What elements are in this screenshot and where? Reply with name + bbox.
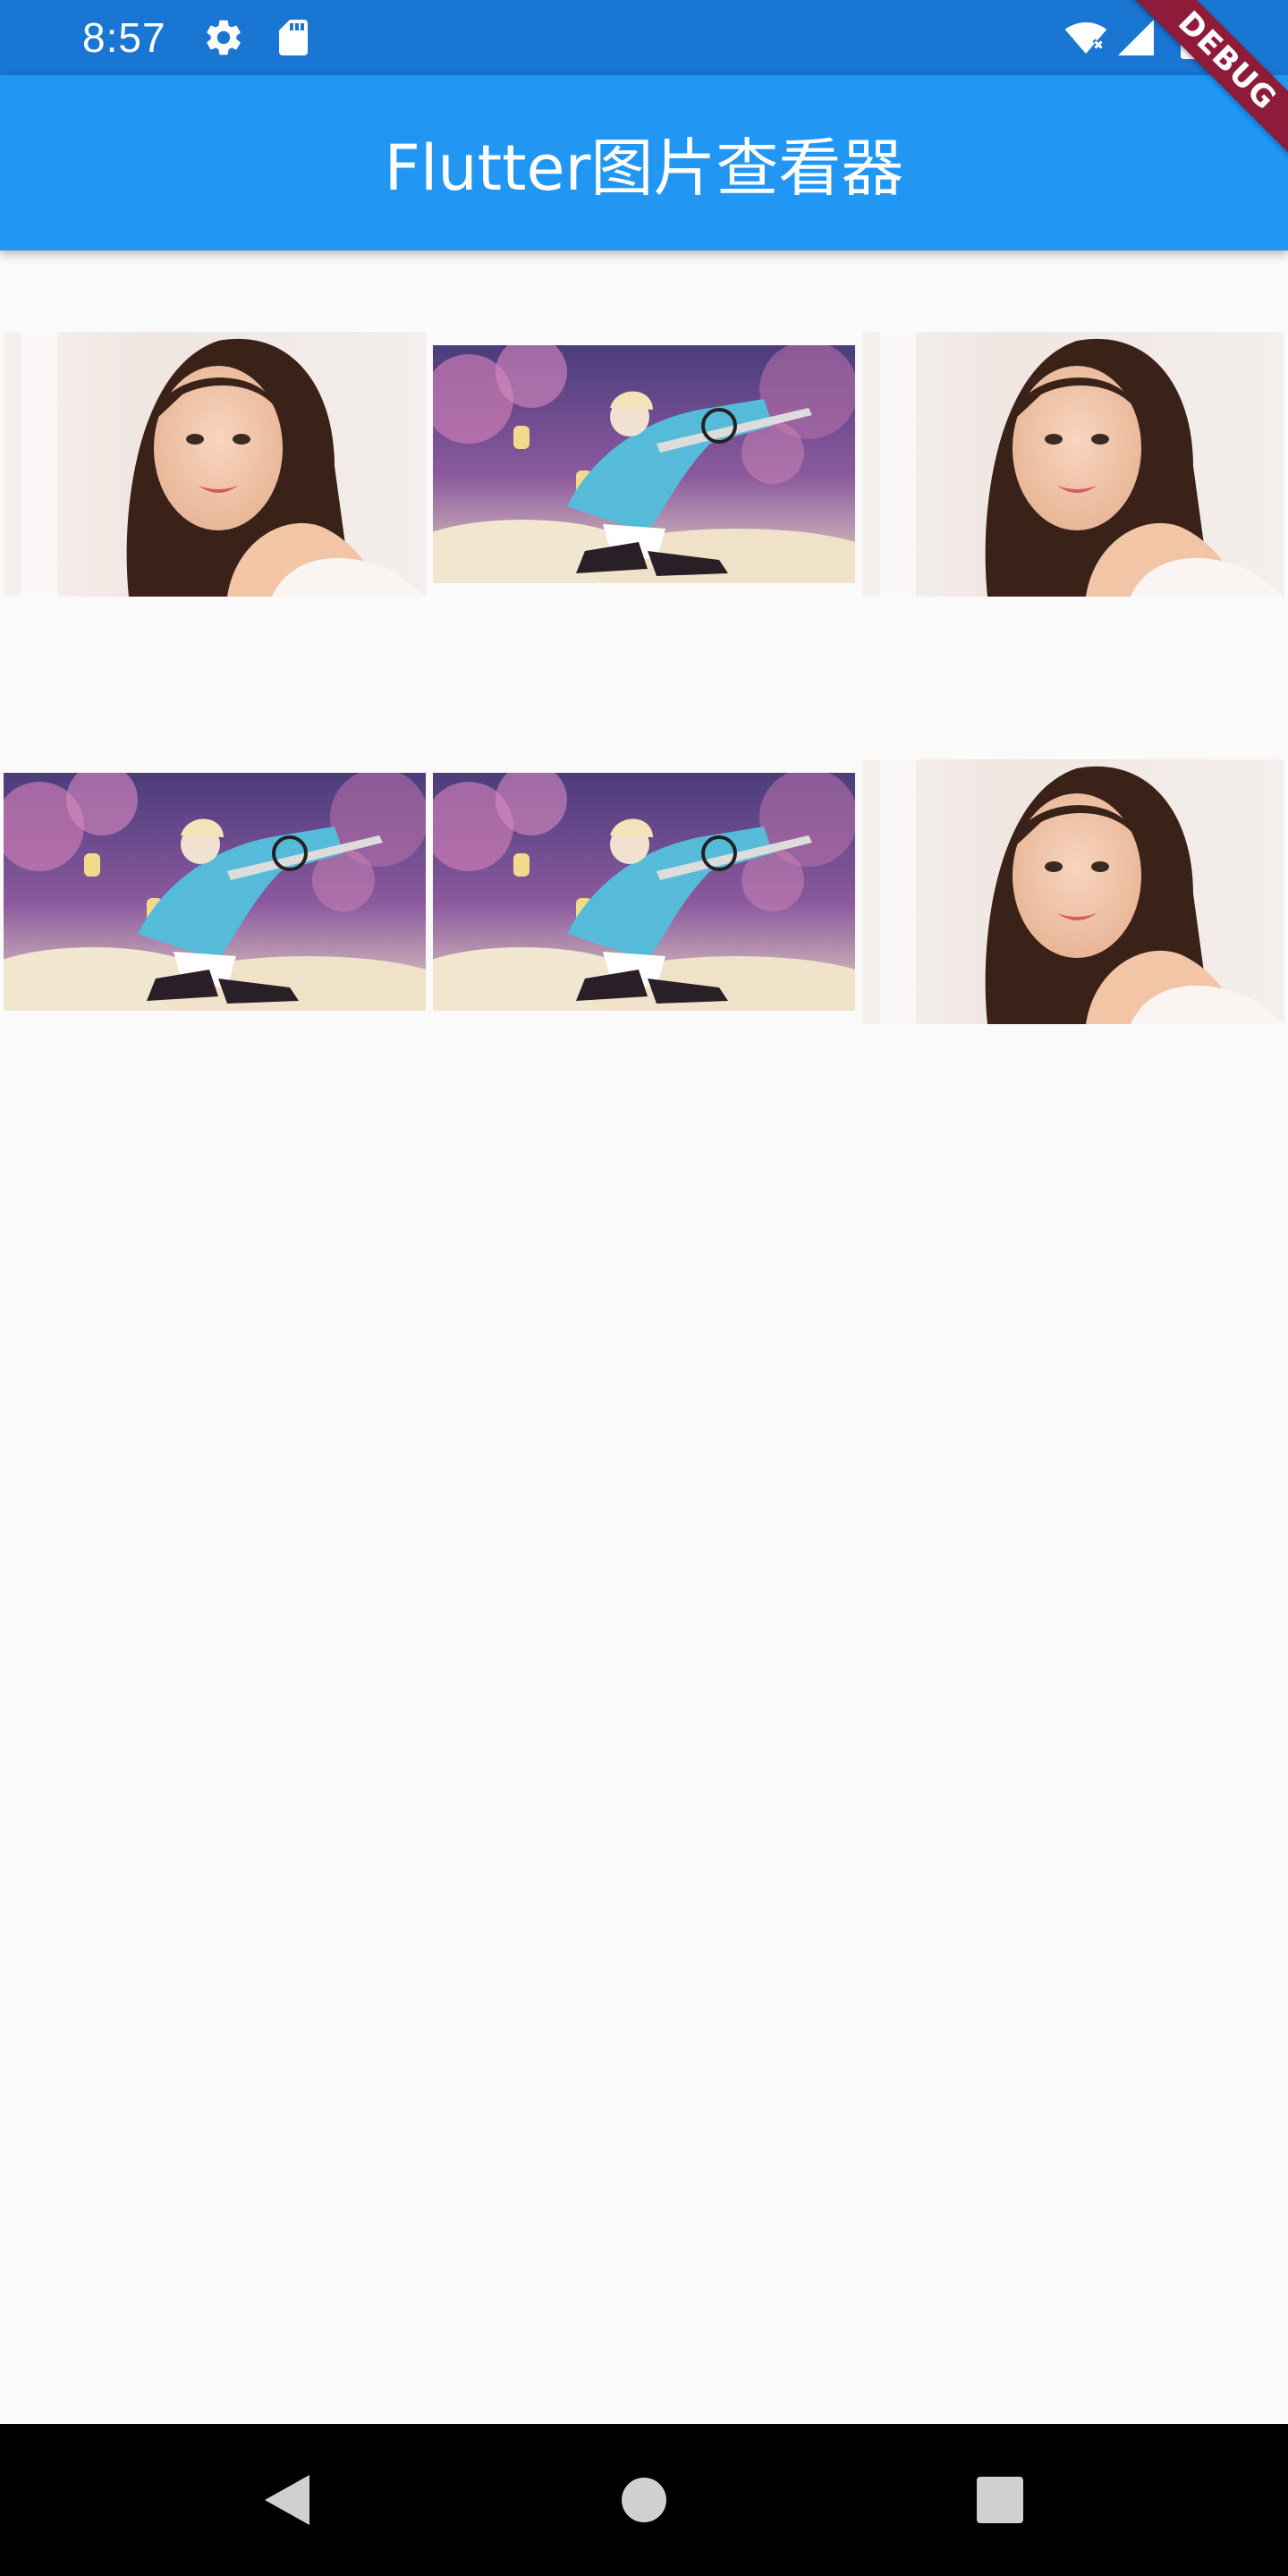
- anime-illustration-thumbnail: [433, 773, 855, 1011]
- cellular-signal-icon: [1114, 16, 1157, 59]
- portrait-photo-thumbnail: [862, 759, 1284, 1024]
- portrait-photo-thumbnail: [4, 332, 426, 597]
- portrait-photo-thumbnail: [862, 332, 1284, 597]
- anime-illustration-thumbnail: [433, 345, 855, 583]
- gallery-tile[interactable]: [433, 678, 855, 1106]
- image-gallery-grid: [0, 250, 1288, 2424]
- back-icon[interactable]: [250, 2464, 322, 2536]
- status-bar: 8:57: [0, 0, 1288, 75]
- gallery-tile[interactable]: [4, 678, 426, 1106]
- anime-illustration-thumbnail: [4, 773, 426, 1011]
- home-icon[interactable]: [608, 2464, 680, 2536]
- wifi-icon: [1064, 16, 1107, 59]
- gallery-tile[interactable]: [862, 250, 1284, 678]
- recents-icon[interactable]: [964, 2464, 1036, 2536]
- system-navigation-bar: [0, 2424, 1288, 2576]
- status-time: 8:57: [82, 14, 166, 61]
- settings-icon: [202, 16, 245, 59]
- battery-icon: [1172, 16, 1208, 59]
- sd-card-icon: [272, 16, 315, 59]
- gallery-tile[interactable]: [862, 678, 1284, 1106]
- gallery-tile[interactable]: [433, 250, 855, 678]
- app-title: Flutter图片查看器: [384, 131, 904, 205]
- app-bar: Flutter图片查看器: [0, 75, 1288, 250]
- gallery-tile[interactable]: [4, 250, 426, 678]
